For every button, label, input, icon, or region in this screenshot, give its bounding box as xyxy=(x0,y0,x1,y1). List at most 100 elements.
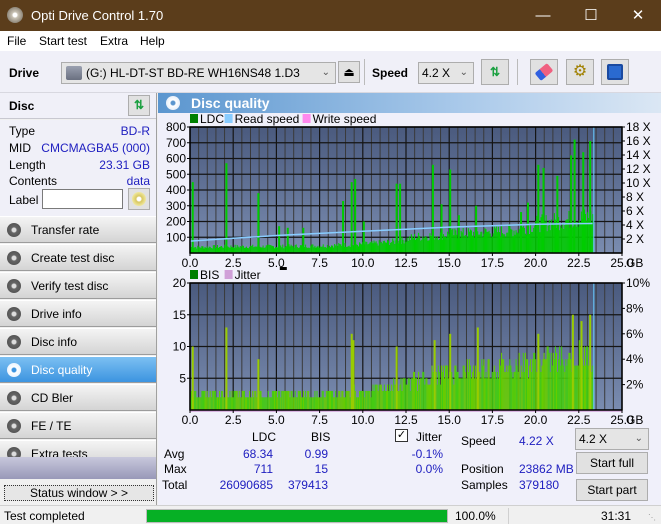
bis-spike xyxy=(257,359,260,410)
start-part-button[interactable]: Start part xyxy=(576,479,648,501)
maximize-button[interactable]: ☐ xyxy=(568,0,614,31)
ldc-bar xyxy=(435,238,437,253)
bis-bar xyxy=(585,365,587,410)
disc-label-input[interactable] xyxy=(42,189,123,209)
ldc-bar xyxy=(352,245,354,253)
ldc-bar xyxy=(251,245,253,253)
ldc-spike xyxy=(191,182,194,253)
ldc-bar xyxy=(198,246,200,253)
disc-refresh-button[interactable]: ⇅ xyxy=(128,95,150,116)
status-window-button[interactable]: Status window > > xyxy=(4,485,154,501)
ldc-bar xyxy=(280,245,282,253)
y2-tick-label: 6% xyxy=(626,327,644,341)
bis-bar xyxy=(428,384,430,410)
bis-bar xyxy=(420,378,422,410)
bis-bar xyxy=(362,390,364,410)
ldc-bar xyxy=(284,246,286,253)
start-full-button[interactable]: Start full xyxy=(576,452,648,474)
bis-bar xyxy=(309,397,311,410)
bis-bar xyxy=(440,365,442,410)
menu-start-test[interactable]: Start test xyxy=(39,34,87,48)
bis-bar xyxy=(377,390,379,410)
ldc-bar xyxy=(369,242,371,253)
nav-item-drive-info[interactable]: Drive info xyxy=(0,300,156,327)
nav-item-create-test-disc[interactable]: Create test disc xyxy=(0,244,156,271)
erase-button[interactable] xyxy=(530,59,558,85)
nav-item-fe-te[interactable]: FE / TE xyxy=(0,412,156,439)
ldc-bar xyxy=(417,237,419,253)
bis-bar xyxy=(291,390,293,410)
nav-item-verify-test-disc[interactable]: Verify test disc xyxy=(0,272,156,299)
bis-bar xyxy=(511,371,513,410)
bis-bar xyxy=(366,390,368,410)
bis-bar xyxy=(347,390,349,410)
close-button[interactable]: ✕ xyxy=(615,0,661,31)
ldc-bar xyxy=(540,217,542,253)
bis-bar xyxy=(228,397,230,410)
ldc-bar xyxy=(407,240,409,253)
ldc-bar xyxy=(277,247,279,253)
bis-bar xyxy=(509,359,511,410)
bis-bar xyxy=(481,359,483,410)
bis-bar xyxy=(209,390,211,410)
y2-tick-label: 4 X xyxy=(626,218,644,232)
bis-bar xyxy=(392,390,394,410)
bis-bar xyxy=(207,397,209,410)
bis-bar xyxy=(445,365,447,410)
speed-select[interactable]: 4.2 X ⌄ xyxy=(418,62,474,84)
bis-bar xyxy=(406,384,408,410)
nav-item-disc-info[interactable]: Disc info xyxy=(0,328,156,355)
disc-quality-icon xyxy=(7,363,21,377)
eject-button[interactable]: ⏏ xyxy=(338,61,360,83)
ldc-bar xyxy=(516,232,518,253)
menu-bar: File Start test Extra Help xyxy=(0,31,661,51)
x-tick-label: 20.0 xyxy=(524,256,548,270)
ldc-bar xyxy=(534,225,536,253)
menu-help[interactable]: Help xyxy=(140,34,165,48)
bis-bar xyxy=(400,378,402,410)
resize-grip-icon[interactable]: ⋱ xyxy=(648,513,656,522)
minimize-button[interactable]: — xyxy=(520,0,566,31)
ldc-bar xyxy=(255,246,257,253)
refresh-button[interactable]: ⇅ xyxy=(481,59,509,85)
nav-item-transfer-rate[interactable]: Transfer rate xyxy=(0,216,156,243)
ldc-bar xyxy=(424,237,426,253)
left-panel: Disc ⇅ Type BD-R MID CMCMAGBA5 (000) Len… xyxy=(0,93,157,505)
ldc-bar xyxy=(260,247,262,253)
nav-item-cd-bler[interactable]: CD Bler xyxy=(0,384,156,411)
ldc-bar xyxy=(245,246,248,253)
bis-bar xyxy=(548,352,550,410)
bis-bar xyxy=(568,352,570,410)
drive-select[interactable]: (G:) HL-DT-ST BD-RE WH16NS48 1.D3 ⌄ xyxy=(61,62,336,84)
nav-item-disc-quality[interactable]: Disc quality xyxy=(0,356,156,383)
bis-bar xyxy=(275,390,277,410)
save-button[interactable] xyxy=(601,59,629,85)
speed-stat-label: Speed xyxy=(461,434,496,448)
ldc-bar xyxy=(437,240,439,253)
settings-button[interactable]: ⚙ xyxy=(566,59,594,85)
bis-bar xyxy=(480,378,482,410)
ldc-bar xyxy=(392,238,394,253)
ldc-bar xyxy=(492,233,494,253)
y-tick-label: 100 xyxy=(166,230,186,244)
bis-bar xyxy=(331,390,333,410)
ldc-bar xyxy=(541,214,543,253)
speed-stat-value: 4.22 X xyxy=(519,434,554,448)
ldc-bar xyxy=(466,237,468,253)
bis-bar xyxy=(259,390,261,410)
disc-label-button[interactable] xyxy=(128,188,150,210)
bis-bar xyxy=(559,346,561,410)
menu-file[interactable]: File xyxy=(7,34,26,48)
disc-label-key: Label xyxy=(9,193,39,207)
bis-bar xyxy=(507,371,509,410)
legend-label-ldc: LDC xyxy=(200,113,224,126)
jitter-checkbox[interactable]: ✓ xyxy=(395,429,408,442)
menu-extra[interactable]: Extra xyxy=(100,34,128,48)
test-speed-select[interactable]: 4.2 X ⌄ xyxy=(575,428,649,450)
bis-bar xyxy=(582,365,584,410)
bis-bar xyxy=(470,378,473,410)
bis-bar xyxy=(244,397,246,410)
y2-tick-label: 10 X xyxy=(626,176,651,190)
legend-swatch-write-speed xyxy=(302,114,311,123)
ldc-bar xyxy=(412,238,414,253)
